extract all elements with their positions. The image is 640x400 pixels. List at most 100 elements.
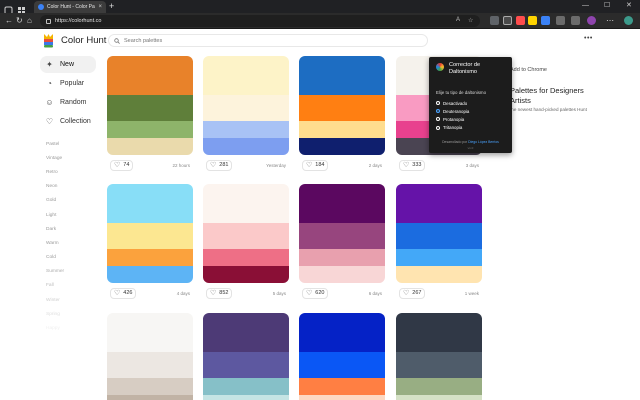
tag-link[interactable]: Gold xyxy=(40,194,96,208)
color-swatch[interactable] xyxy=(203,266,289,283)
color-swatch[interactable] xyxy=(203,378,289,395)
radio-button[interactable] xyxy=(436,117,440,122)
extension-icon-4[interactable] xyxy=(541,16,550,25)
color-swatch[interactable] xyxy=(396,223,482,249)
like-button[interactable]: ♡ 852 xyxy=(206,287,233,299)
tag-link[interactable]: Happy xyxy=(40,321,96,335)
tag-link[interactable]: Pastel xyxy=(40,137,96,151)
color-swatch[interactable] xyxy=(203,313,289,352)
color-swatch[interactable] xyxy=(299,352,385,378)
color-swatch[interactable] xyxy=(299,56,385,95)
new-tab-button[interactable]: + xyxy=(109,1,114,11)
like-button[interactable]: ♡ 184 xyxy=(302,159,329,171)
color-swatch[interactable] xyxy=(107,266,193,283)
palette-swatches[interactable] xyxy=(107,184,193,283)
color-swatch[interactable] xyxy=(107,378,193,395)
option-tritanopia[interactable]: Tritanopia xyxy=(436,124,469,132)
like-button[interactable]: ♡ 426 xyxy=(110,287,137,299)
read-aloud-icon[interactable]: A xyxy=(456,17,460,23)
option-desactivado[interactable]: Desactivado xyxy=(436,99,469,107)
reload-icon[interactable]: ↻ xyxy=(16,16,23,25)
option-deuteranopia[interactable]: Deuteranopia xyxy=(436,107,469,115)
tag-link[interactable]: Summer xyxy=(40,265,96,279)
palette-swatches[interactable] xyxy=(299,184,385,283)
sidebar-item-popular[interactable]: ◔ Popular xyxy=(40,75,96,92)
back-icon[interactable]: ← xyxy=(5,16,13,25)
favorites-icon[interactable] xyxy=(571,16,580,25)
close-tab-icon[interactable]: × xyxy=(98,4,102,10)
browser-menu-dots-icon[interactable]: ⋯ xyxy=(606,16,614,25)
tag-link[interactable]: Retro xyxy=(40,165,96,179)
extension-icon-3[interactable] xyxy=(528,16,537,25)
color-swatch[interactable] xyxy=(299,184,385,223)
color-swatch[interactable] xyxy=(299,95,385,121)
sidebar-item-collection[interactable]: ♡ Collection xyxy=(40,113,96,130)
tag-link[interactable]: Vintage xyxy=(40,151,96,165)
extensions-puzzle-icon[interactable] xyxy=(556,16,565,25)
tag-link[interactable]: Fall xyxy=(40,279,96,293)
color-swatch[interactable] xyxy=(107,223,193,249)
workspaces-icon[interactable] xyxy=(17,2,26,14)
color-swatch[interactable] xyxy=(299,223,385,249)
color-swatch[interactable] xyxy=(203,121,289,138)
like-button[interactable]: ♡ 620 xyxy=(302,287,329,299)
color-swatch[interactable] xyxy=(107,352,193,378)
tag-link[interactable]: Neon xyxy=(40,180,96,194)
palette-swatches[interactable] xyxy=(203,184,289,283)
color-swatch[interactable] xyxy=(107,138,193,155)
search-bar[interactable] xyxy=(108,34,428,47)
color-swatch[interactable] xyxy=(107,249,193,266)
palette-card[interactable]: ♡ 267 1 week xyxy=(396,184,482,300)
palette-swatches[interactable] xyxy=(203,313,289,400)
sidebar-item-random[interactable]: ☺ Random xyxy=(40,94,96,111)
close-window-button[interactable]: ✕ xyxy=(626,1,632,11)
palette-card[interactable] xyxy=(203,313,289,400)
palette-swatches[interactable] xyxy=(396,313,482,400)
like-button[interactable]: ♡ 333 xyxy=(399,159,426,171)
color-swatch[interactable] xyxy=(203,138,289,155)
copilot-icon[interactable] xyxy=(624,16,633,25)
color-swatch[interactable] xyxy=(203,184,289,223)
tag-link[interactable]: Warm xyxy=(40,236,96,250)
tag-link[interactable]: Dark xyxy=(40,222,96,236)
palette-swatches[interactable] xyxy=(396,184,482,283)
palette-card[interactable]: ♡ 184 2 days xyxy=(299,56,385,172)
maximize-button[interactable]: ☐ xyxy=(604,1,610,11)
color-swatch[interactable] xyxy=(107,121,193,138)
palette-card[interactable]: ♡ 852 5 days xyxy=(203,184,289,300)
favorite-star-icon[interactable]: ☆ xyxy=(468,17,473,24)
palette-swatches[interactable] xyxy=(107,313,193,400)
palette-swatches[interactable] xyxy=(299,313,385,400)
tag-link[interactable]: Spring xyxy=(40,307,96,321)
tag-link[interactable]: Winter xyxy=(40,293,96,307)
extension-icon-1[interactable] xyxy=(490,16,499,25)
color-swatch[interactable] xyxy=(203,395,289,400)
palette-swatches[interactable] xyxy=(203,56,289,155)
color-corrector-extension-icon[interactable] xyxy=(503,16,512,25)
add-to-chrome-link[interactable]: Add to Chrome xyxy=(510,67,547,73)
home-icon[interactable]: ⌂ xyxy=(27,16,32,25)
color-swatch[interactable] xyxy=(396,378,482,395)
color-swatch[interactable] xyxy=(299,378,385,395)
credit-author-link[interactable]: Diego López Berrios xyxy=(468,140,499,144)
radio-button[interactable] xyxy=(436,125,440,130)
color-swatch[interactable] xyxy=(299,266,385,283)
option-protanopia[interactable]: Protanopia xyxy=(436,115,469,123)
palette-card[interactable]: ♡ 281 Yesterday xyxy=(203,56,289,172)
color-swatch[interactable] xyxy=(107,184,193,223)
color-swatch[interactable] xyxy=(299,121,385,138)
color-swatch[interactable] xyxy=(396,352,482,378)
more-options-icon[interactable]: ••• xyxy=(584,35,593,42)
palette-swatches[interactable] xyxy=(107,56,193,155)
color-swatch[interactable] xyxy=(203,223,289,249)
site-logo[interactable]: Color Hunt xyxy=(42,33,106,48)
color-swatch[interactable] xyxy=(107,395,193,400)
palette-swatches[interactable] xyxy=(299,56,385,155)
palette-card[interactable] xyxy=(107,313,193,400)
palette-card[interactable]: ♡ 620 6 days xyxy=(299,184,385,300)
minimize-button[interactable]: — xyxy=(582,1,589,11)
like-button[interactable]: ♡ 281 xyxy=(206,159,233,171)
color-swatch[interactable] xyxy=(299,313,385,352)
color-swatch[interactable] xyxy=(203,249,289,266)
search-input[interactable] xyxy=(124,37,404,44)
